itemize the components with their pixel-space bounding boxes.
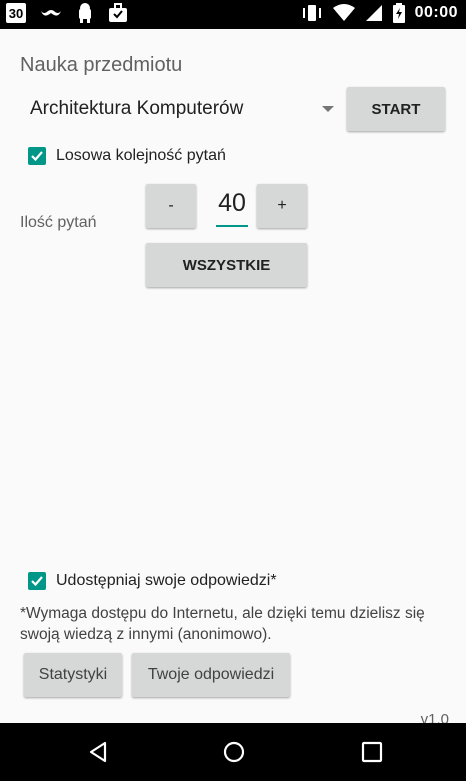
dropdown-arrow-icon bbox=[322, 106, 334, 112]
recents-icon[interactable] bbox=[360, 740, 384, 764]
random-order-checkbox[interactable]: Losowa kolejność pytań bbox=[28, 147, 226, 165]
statistics-button[interactable]: Statystyki bbox=[24, 653, 122, 697]
subject-selected-value: Architektura Komputerów bbox=[30, 98, 244, 119]
decrease-button[interactable]: - bbox=[146, 184, 196, 228]
checkbox-checked-icon bbox=[28, 147, 46, 165]
page-title: Nauka przedmiotu bbox=[20, 54, 183, 76]
start-button[interactable]: START bbox=[347, 87, 445, 131]
status-bar: 30 00:00 bbox=[0, 0, 466, 29]
checkbox-checked-icon bbox=[28, 572, 46, 590]
my-answers-button[interactable]: Twoje odpowiedzi bbox=[132, 653, 290, 697]
vibrate-icon bbox=[301, 4, 323, 22]
battery-icon bbox=[392, 3, 405, 23]
moustache-icon bbox=[40, 5, 62, 21]
share-answers-label: Udostępniaj swoje odpowiedzi* bbox=[56, 572, 277, 589]
question-count-label: Ilość pytań bbox=[20, 214, 97, 231]
download-briefcase-icon bbox=[108, 3, 128, 23]
share-answers-checkbox[interactable]: Udostępniaj swoje odpowiedzi* bbox=[28, 572, 277, 590]
random-order-label: Losowa kolejność pytań bbox=[56, 147, 226, 164]
share-note: *Wymaga dostępu do Internetu, ale dzięki… bbox=[20, 605, 425, 643]
signal-icon bbox=[365, 4, 383, 22]
all-questions-button[interactable]: WSZYSTKIE bbox=[146, 243, 307, 287]
main-content: Nauka przedmiotu Architektura Komputerów… bbox=[0, 29, 466, 728]
back-icon[interactable] bbox=[86, 740, 110, 764]
navigation-bar bbox=[0, 723, 466, 781]
android-icon bbox=[76, 3, 94, 23]
wifi-icon bbox=[332, 4, 355, 22]
home-icon[interactable] bbox=[222, 740, 246, 764]
calendar-badge-icon: 30 bbox=[6, 3, 26, 23]
clock: 00:00 bbox=[414, 4, 458, 21]
increase-button[interactable]: + bbox=[257, 184, 307, 228]
subject-spinner[interactable]: Architektura Komputerów bbox=[20, 87, 338, 131]
question-count-field[interactable]: 40 bbox=[216, 189, 248, 227]
